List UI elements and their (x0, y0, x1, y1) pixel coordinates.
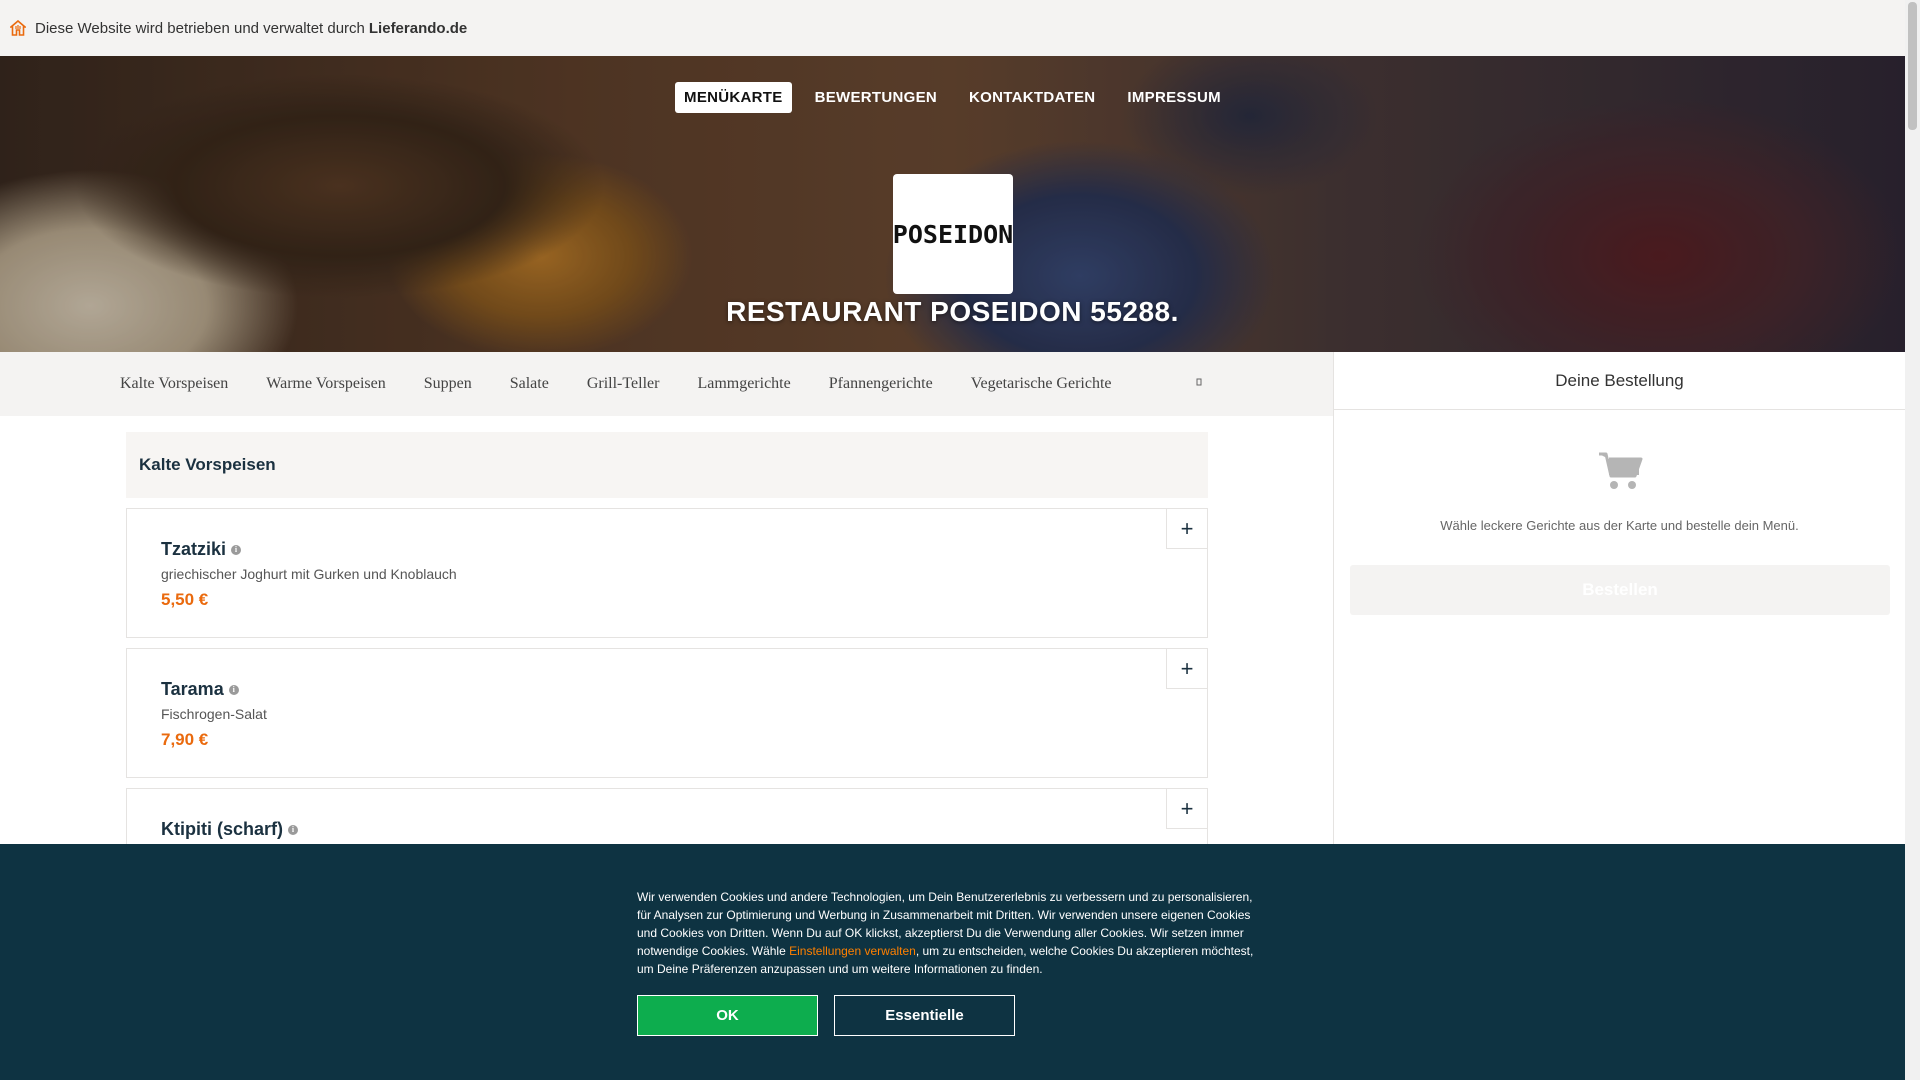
cart-icon (1599, 452, 1643, 489)
house-icon (10, 20, 26, 36)
cookie-ok-button[interactable]: OK (637, 995, 818, 1036)
category-bar: Kalte Vorspeisen Warme Vorspeisen Suppen… (0, 352, 1333, 416)
nav-bewertungen[interactable]: BEWERTUNGEN (806, 82, 946, 113)
order-button[interactable]: Bestellen (1350, 565, 1890, 615)
category-lammgerichte[interactable]: Lammgerichte (697, 375, 790, 393)
cookie-settings-link[interactable]: Einstellungen verwalten (789, 944, 916, 958)
category-vegetarische-gerichte[interactable]: Vegetarische Gerichte (971, 375, 1112, 393)
info-icon[interactable]: i (228, 684, 239, 695)
dish-card[interactable]: Tarama i Fischrogen-Salat 7,90 € + (126, 648, 1208, 778)
category-kalte-vorspeisen[interactable]: Kalte Vorspeisen (120, 375, 228, 393)
category-grill-teller[interactable]: Grill-Teller (587, 375, 660, 393)
nav-impressum[interactable]: IMPRESSUM (1118, 82, 1230, 113)
dish-name: Tarama (161, 679, 224, 699)
dropdown-arrow-icon[interactable] (1196, 378, 1202, 386)
dish-card[interactable]: Tzatziki i griechischer Joghurt mit Gurk… (126, 508, 1208, 638)
nav-kontaktdaten[interactable]: KONTAKTDATEN (960, 82, 1104, 113)
category-pfannengerichte[interactable]: Pfannengerichte (829, 375, 933, 393)
add-dish-button[interactable]: + (1166, 789, 1207, 829)
category-warme-vorspeisen[interactable]: Warme Vorspeisen (266, 375, 385, 393)
cookie-text: Wir verwenden Cookies und andere Technol… (637, 888, 1262, 978)
cookie-essential-button[interactable]: Essentielle (834, 995, 1015, 1036)
dish-name: Tzatziki (161, 539, 227, 559)
scrollbar-thumb[interactable] (1908, 2, 1917, 130)
operator-brand-link[interactable]: Lieferando.de (369, 20, 467, 37)
dish-price: 5,50 € (161, 590, 209, 609)
info-icon[interactable]: i (288, 824, 299, 835)
dish-name-row: Tarama i (161, 679, 239, 700)
dish-description: griechischer Joghurt mit Gurken und Knob… (161, 566, 457, 582)
dish-description: Fischrogen-Salat (161, 706, 267, 722)
operator-bar: Diese Website wird betrieben und verwalt… (0, 0, 1905, 56)
cookie-banner: Wir verwenden Cookies und andere Technol… (0, 844, 1905, 1080)
add-dish-button[interactable]: + (1166, 649, 1207, 689)
dish-name-row: Ktipiti (scharf) i (161, 819, 299, 840)
category-salate[interactable]: Salate (510, 375, 549, 393)
restaurant-title: RESTAURANT POSEIDON 55288. (726, 296, 1179, 327)
nav-menukarte[interactable]: MENÜKARTE (675, 82, 792, 113)
dish-price: 7,90 € (161, 730, 209, 749)
restaurant-logo: POSEIDON (893, 174, 1013, 294)
operator-text: Diese Website wird betrieben und verwalt… (35, 19, 365, 37)
logo-text: POSEIDON (892, 219, 1014, 249)
category-suppen[interactable]: Suppen (424, 375, 472, 393)
dish-name: Ktipiti (scharf) (161, 819, 284, 839)
hero-banner: MENÜKARTE BEWERTUNGEN KONTAKTDATEN IMPRE… (0, 56, 1905, 352)
section-title: Kalte Vorspeisen (126, 432, 1208, 498)
main-nav: MENÜKARTE BEWERTUNGEN KONTAKTDATEN IMPRE… (0, 82, 1905, 113)
dish-name-row: Tzatziki i (161, 539, 242, 560)
order-empty-text: Wähle leckere Gerichte aus der Karte und… (1440, 518, 1799, 533)
add-dish-button[interactable]: + (1166, 509, 1207, 549)
page-scrollbar[interactable] (1905, 0, 1920, 1080)
order-title: Deine Bestellung (1334, 352, 1905, 410)
info-icon[interactable]: i (231, 544, 242, 555)
